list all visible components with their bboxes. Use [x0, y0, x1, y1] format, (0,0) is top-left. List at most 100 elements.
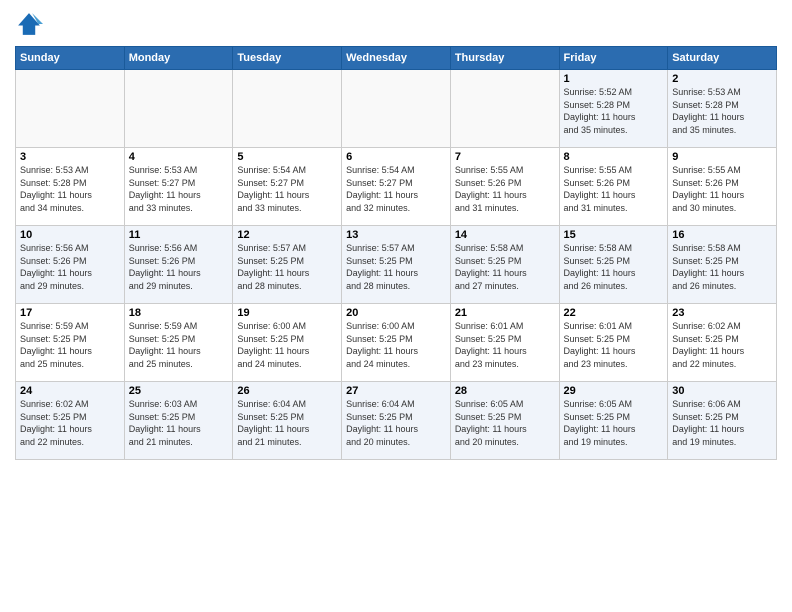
day-number: 2 — [672, 73, 772, 85]
day-info: Sunrise: 6:01 AM Sunset: 5:25 PM Dayligh… — [564, 320, 664, 370]
day-number: 11 — [129, 229, 229, 241]
day-cell: 8Sunrise: 5:55 AM Sunset: 5:26 PM Daylig… — [559, 148, 668, 226]
weekday-header-friday: Friday — [559, 47, 668, 70]
day-number: 27 — [346, 385, 446, 397]
day-cell: 23Sunrise: 6:02 AM Sunset: 5:25 PM Dayli… — [668, 304, 777, 382]
day-info: Sunrise: 5:53 AM Sunset: 5:28 PM Dayligh… — [20, 164, 120, 214]
weekday-header-saturday: Saturday — [668, 47, 777, 70]
day-cell: 22Sunrise: 6:01 AM Sunset: 5:25 PM Dayli… — [559, 304, 668, 382]
day-cell: 12Sunrise: 5:57 AM Sunset: 5:25 PM Dayli… — [233, 226, 342, 304]
weekday-header-monday: Monday — [124, 47, 233, 70]
day-number: 25 — [129, 385, 229, 397]
day-cell: 25Sunrise: 6:03 AM Sunset: 5:25 PM Dayli… — [124, 382, 233, 460]
day-cell — [450, 70, 559, 148]
day-cell: 1Sunrise: 5:52 AM Sunset: 5:28 PM Daylig… — [559, 70, 668, 148]
day-cell — [342, 70, 451, 148]
day-cell: 19Sunrise: 6:00 AM Sunset: 5:25 PM Dayli… — [233, 304, 342, 382]
day-info: Sunrise: 6:02 AM Sunset: 5:25 PM Dayligh… — [20, 398, 120, 448]
day-number: 30 — [672, 385, 772, 397]
day-number: 9 — [672, 151, 772, 163]
day-cell: 4Sunrise: 5:53 AM Sunset: 5:27 PM Daylig… — [124, 148, 233, 226]
day-info: Sunrise: 6:04 AM Sunset: 5:25 PM Dayligh… — [237, 398, 337, 448]
day-number: 6 — [346, 151, 446, 163]
day-number: 22 — [564, 307, 664, 319]
calendar-table: SundayMondayTuesdayWednesdayThursdayFrid… — [15, 46, 777, 460]
day-cell: 13Sunrise: 5:57 AM Sunset: 5:25 PM Dayli… — [342, 226, 451, 304]
day-info: Sunrise: 5:59 AM Sunset: 5:25 PM Dayligh… — [20, 320, 120, 370]
day-number: 4 — [129, 151, 229, 163]
day-cell: 30Sunrise: 6:06 AM Sunset: 5:25 PM Dayli… — [668, 382, 777, 460]
day-info: Sunrise: 5:58 AM Sunset: 5:25 PM Dayligh… — [564, 242, 664, 292]
day-info: Sunrise: 5:55 AM Sunset: 5:26 PM Dayligh… — [455, 164, 555, 214]
day-info: Sunrise: 6:00 AM Sunset: 5:25 PM Dayligh… — [346, 320, 446, 370]
day-number: 20 — [346, 307, 446, 319]
header — [15, 10, 777, 38]
week-row-2: 3Sunrise: 5:53 AM Sunset: 5:28 PM Daylig… — [16, 148, 777, 226]
day-cell: 18Sunrise: 5:59 AM Sunset: 5:25 PM Dayli… — [124, 304, 233, 382]
week-row-3: 10Sunrise: 5:56 AM Sunset: 5:26 PM Dayli… — [16, 226, 777, 304]
day-info: Sunrise: 5:53 AM Sunset: 5:28 PM Dayligh… — [672, 86, 772, 136]
day-cell: 6Sunrise: 5:54 AM Sunset: 5:27 PM Daylig… — [342, 148, 451, 226]
day-info: Sunrise: 6:06 AM Sunset: 5:25 PM Dayligh… — [672, 398, 772, 448]
day-cell — [16, 70, 125, 148]
day-cell: 16Sunrise: 5:58 AM Sunset: 5:25 PM Dayli… — [668, 226, 777, 304]
day-cell: 7Sunrise: 5:55 AM Sunset: 5:26 PM Daylig… — [450, 148, 559, 226]
day-number: 13 — [346, 229, 446, 241]
page: SundayMondayTuesdayWednesdayThursdayFrid… — [0, 0, 792, 612]
day-info: Sunrise: 5:54 AM Sunset: 5:27 PM Dayligh… — [346, 164, 446, 214]
day-cell: 21Sunrise: 6:01 AM Sunset: 5:25 PM Dayli… — [450, 304, 559, 382]
day-number: 8 — [564, 151, 664, 163]
day-cell: 17Sunrise: 5:59 AM Sunset: 5:25 PM Dayli… — [16, 304, 125, 382]
day-cell: 2Sunrise: 5:53 AM Sunset: 5:28 PM Daylig… — [668, 70, 777, 148]
day-cell — [233, 70, 342, 148]
weekday-header-thursday: Thursday — [450, 47, 559, 70]
day-number: 18 — [129, 307, 229, 319]
day-info: Sunrise: 5:58 AM Sunset: 5:25 PM Dayligh… — [672, 242, 772, 292]
day-info: Sunrise: 5:57 AM Sunset: 5:25 PM Dayligh… — [346, 242, 446, 292]
day-cell: 9Sunrise: 5:55 AM Sunset: 5:26 PM Daylig… — [668, 148, 777, 226]
day-info: Sunrise: 5:58 AM Sunset: 5:25 PM Dayligh… — [455, 242, 555, 292]
day-info: Sunrise: 6:01 AM Sunset: 5:25 PM Dayligh… — [455, 320, 555, 370]
week-row-5: 24Sunrise: 6:02 AM Sunset: 5:25 PM Dayli… — [16, 382, 777, 460]
day-info: Sunrise: 5:59 AM Sunset: 5:25 PM Dayligh… — [129, 320, 229, 370]
day-info: Sunrise: 5:53 AM Sunset: 5:27 PM Dayligh… — [129, 164, 229, 214]
day-number: 7 — [455, 151, 555, 163]
day-number: 19 — [237, 307, 337, 319]
weekday-header-tuesday: Tuesday — [233, 47, 342, 70]
day-number: 12 — [237, 229, 337, 241]
day-number: 5 — [237, 151, 337, 163]
day-number: 24 — [20, 385, 120, 397]
day-number: 17 — [20, 307, 120, 319]
weekday-header-row: SundayMondayTuesdayWednesdayThursdayFrid… — [16, 47, 777, 70]
day-cell: 24Sunrise: 6:02 AM Sunset: 5:25 PM Dayli… — [16, 382, 125, 460]
day-number: 21 — [455, 307, 555, 319]
week-row-1: 1Sunrise: 5:52 AM Sunset: 5:28 PM Daylig… — [16, 70, 777, 148]
day-info: Sunrise: 6:05 AM Sunset: 5:25 PM Dayligh… — [564, 398, 664, 448]
day-number: 14 — [455, 229, 555, 241]
weekday-header-wednesday: Wednesday — [342, 47, 451, 70]
day-info: Sunrise: 6:04 AM Sunset: 5:25 PM Dayligh… — [346, 398, 446, 448]
day-number: 26 — [237, 385, 337, 397]
day-number: 10 — [20, 229, 120, 241]
day-info: Sunrise: 6:05 AM Sunset: 5:25 PM Dayligh… — [455, 398, 555, 448]
week-row-4: 17Sunrise: 5:59 AM Sunset: 5:25 PM Dayli… — [16, 304, 777, 382]
weekday-header-sunday: Sunday — [16, 47, 125, 70]
day-number: 15 — [564, 229, 664, 241]
day-cell: 3Sunrise: 5:53 AM Sunset: 5:28 PM Daylig… — [16, 148, 125, 226]
day-info: Sunrise: 5:56 AM Sunset: 5:26 PM Dayligh… — [20, 242, 120, 292]
day-cell: 20Sunrise: 6:00 AM Sunset: 5:25 PM Dayli… — [342, 304, 451, 382]
day-number: 1 — [564, 73, 664, 85]
logo — [15, 10, 47, 38]
day-info: Sunrise: 6:03 AM Sunset: 5:25 PM Dayligh… — [129, 398, 229, 448]
day-info: Sunrise: 5:55 AM Sunset: 5:26 PM Dayligh… — [672, 164, 772, 214]
day-cell: 28Sunrise: 6:05 AM Sunset: 5:25 PM Dayli… — [450, 382, 559, 460]
day-number: 16 — [672, 229, 772, 241]
logo-icon — [15, 10, 43, 38]
day-info: Sunrise: 6:02 AM Sunset: 5:25 PM Dayligh… — [672, 320, 772, 370]
day-number: 3 — [20, 151, 120, 163]
day-cell: 14Sunrise: 5:58 AM Sunset: 5:25 PM Dayli… — [450, 226, 559, 304]
day-number: 29 — [564, 385, 664, 397]
day-cell: 26Sunrise: 6:04 AM Sunset: 5:25 PM Dayli… — [233, 382, 342, 460]
day-cell — [124, 70, 233, 148]
day-info: Sunrise: 5:57 AM Sunset: 5:25 PM Dayligh… — [237, 242, 337, 292]
